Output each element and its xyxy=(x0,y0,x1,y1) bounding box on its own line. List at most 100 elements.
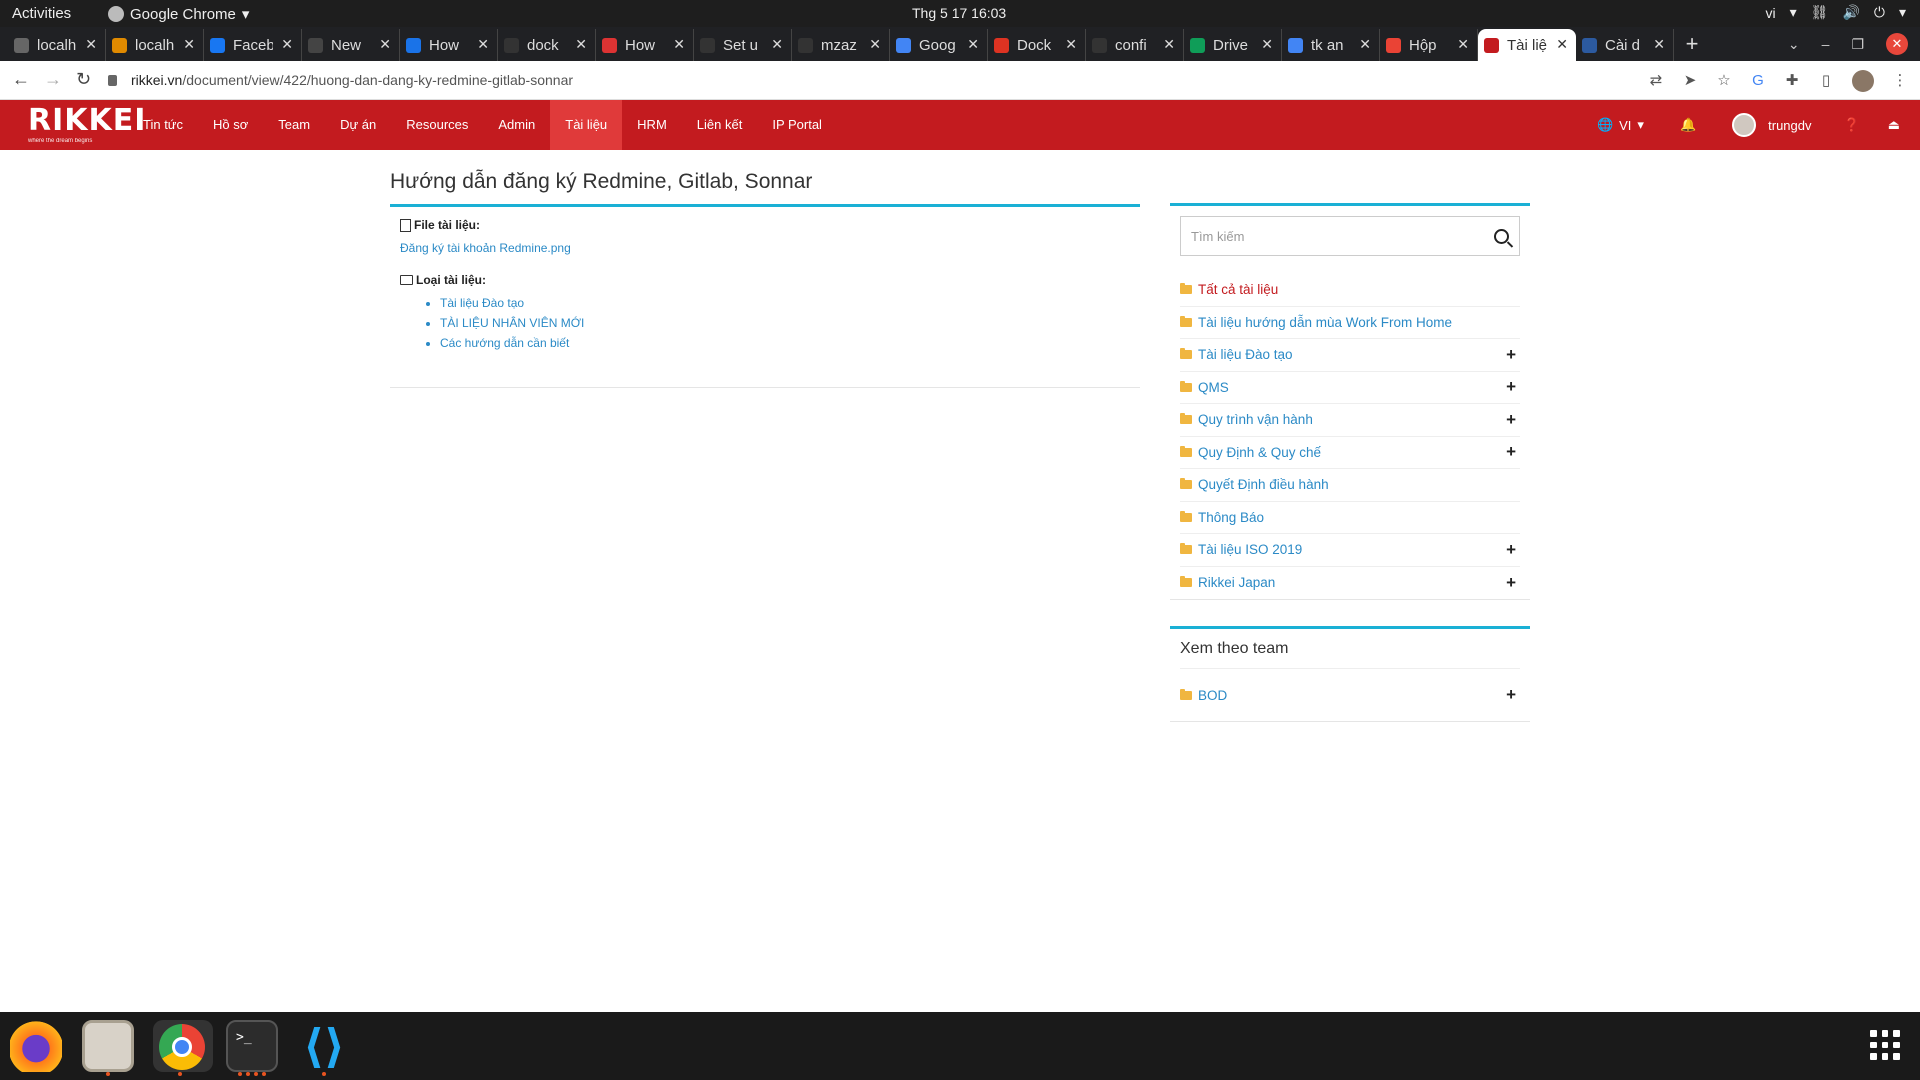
expand-plus-icon[interactable]: + xyxy=(1506,345,1520,365)
browser-tab[interactable]: Goog ✕ xyxy=(890,29,988,61)
tab-close-icon[interactable]: ✕ xyxy=(575,36,587,53)
app-menu[interactable]: Google Chrome ▾ xyxy=(108,5,249,23)
browser-tab[interactable]: Dock ✕ xyxy=(988,29,1086,61)
expand-plus-icon[interactable]: + xyxy=(1506,377,1520,397)
category-item[interactable]: Thông Báo xyxy=(1180,502,1520,534)
menu-kebab-icon[interactable]: ⋮ xyxy=(1892,73,1908,89)
nav-item[interactable]: Liên kết xyxy=(682,100,758,150)
browser-tab[interactable]: Hộp ✕ xyxy=(1380,29,1478,61)
tab-close-icon[interactable]: ✕ xyxy=(869,36,881,53)
expand-plus-icon[interactable]: + xyxy=(1506,540,1520,560)
firefox-icon[interactable] xyxy=(10,1020,62,1072)
tab-close-icon[interactable]: ✕ xyxy=(1359,36,1371,53)
browser-tab[interactable]: Faceb ✕ xyxy=(204,29,302,61)
tab-close-icon[interactable]: ✕ xyxy=(771,36,783,53)
nav-item[interactable]: IP Portal xyxy=(757,100,837,150)
nav-item[interactable]: Hồ sơ xyxy=(198,100,263,150)
browser-tab[interactable]: localh ✕ xyxy=(8,29,106,61)
browser-tab[interactable]: dock ✕ xyxy=(498,29,596,61)
tab-close-icon[interactable]: ✕ xyxy=(1457,36,1469,53)
search-input[interactable]: Tìm kiếm xyxy=(1180,216,1520,256)
terminal-icon[interactable]: >_ xyxy=(226,1020,278,1072)
browser-tab[interactable]: Drive ✕ xyxy=(1184,29,1282,61)
expand-plus-icon[interactable]: + xyxy=(1506,442,1520,462)
document-type-link[interactable]: Các hướng dẫn cần biết xyxy=(440,333,1130,353)
nav-item[interactable]: Team xyxy=(263,100,325,150)
minimize-icon[interactable]: – xyxy=(1822,36,1830,52)
browser-tab[interactable]: How ✕ xyxy=(400,29,498,61)
new-tab-button[interactable]: + xyxy=(1674,29,1710,61)
nav-item[interactable]: Tin tức xyxy=(128,100,198,150)
category-item[interactable]: BOD + xyxy=(1180,669,1520,721)
language-selector[interactable]: 🌐 VI ▾ xyxy=(1579,117,1662,133)
logout-icon[interactable]: ⏏ xyxy=(1874,117,1920,133)
reload-icon[interactable]: ↻ xyxy=(76,69,91,90)
forward-icon[interactable]: → xyxy=(44,69,62,90)
nav-item[interactable]: Resources xyxy=(391,100,483,150)
category-item[interactable]: Tài liệu ISO 2019 + xyxy=(1180,534,1520,567)
notifications-bell-icon[interactable]: 🔔 xyxy=(1662,117,1714,133)
category-item[interactable]: Quy Định & Quy chế + xyxy=(1180,437,1520,469)
clock[interactable]: Thg 5 17 16:03 xyxy=(912,5,1006,21)
translate-icon[interactable]: ⇄ xyxy=(1648,73,1664,89)
browser-tab[interactable]: confi ✕ xyxy=(1086,29,1184,61)
tab-close-icon[interactable]: ✕ xyxy=(967,36,979,53)
nav-item[interactable]: Tài liệu xyxy=(550,100,623,150)
close-window-button[interactable]: ✕ xyxy=(1886,33,1908,55)
extensions-icon[interactable]: ✚ xyxy=(1784,73,1800,89)
tab-close-icon[interactable]: ✕ xyxy=(281,36,293,53)
google-translate-icon[interactable]: G xyxy=(1750,73,1766,89)
browser-tab[interactable]: Set u ✕ xyxy=(694,29,792,61)
volume-icon[interactable]: 🔊 xyxy=(1842,4,1859,21)
power-icon[interactable]: ⏻ xyxy=(1874,4,1885,21)
restore-icon[interactable]: ❐ xyxy=(1851,36,1864,53)
browser-tab[interactable]: Cài d ✕ xyxy=(1576,29,1674,61)
system-tray[interactable]: vi ▾ ⛓ 🔊 ⏻ ▾ xyxy=(1766,4,1906,21)
nav-item[interactable]: HRM xyxy=(622,100,682,150)
category-item[interactable]: Tài liệu Đào tạo + xyxy=(1180,339,1520,372)
tab-close-icon[interactable]: ✕ xyxy=(1556,36,1568,53)
browser-tab[interactable]: Tài liệ ✕ xyxy=(1478,29,1576,61)
profile-avatar[interactable] xyxy=(1852,70,1874,92)
browser-tab[interactable]: New ✕ xyxy=(302,29,400,61)
category-item[interactable]: Rikkei Japan + xyxy=(1180,567,1520,600)
category-item[interactable]: Quy trình vận hành + xyxy=(1180,404,1520,437)
search-icon[interactable] xyxy=(1494,228,1509,244)
category-item[interactable]: Quyết Định điều hành xyxy=(1180,469,1520,502)
tab-close-icon[interactable]: ✕ xyxy=(1163,36,1175,53)
tab-close-icon[interactable]: ✕ xyxy=(1653,36,1665,53)
tab-close-icon[interactable]: ✕ xyxy=(1065,36,1077,53)
expand-plus-icon[interactable]: + xyxy=(1506,573,1520,593)
tab-close-icon[interactable]: ✕ xyxy=(1261,36,1273,53)
help-icon[interactable]: ❓ xyxy=(1830,117,1874,133)
browser-tab[interactable]: How ✕ xyxy=(596,29,694,61)
nav-item[interactable]: Dự án xyxy=(325,100,391,150)
bookmark-star-icon[interactable]: ☆ xyxy=(1716,73,1732,89)
browser-tab[interactable]: tk an ✕ xyxy=(1282,29,1380,61)
file-link[interactable]: Đăng ký tài khoản Redmine.png xyxy=(400,241,1130,255)
rikkei-logo[interactable]: RIKKEI where the dream begins xyxy=(28,106,145,146)
category-item[interactable]: Tài liệu hướng dẫn mùa Work From Home xyxy=(1180,307,1520,339)
input-language[interactable]: vi xyxy=(1766,5,1776,21)
vscode-icon[interactable]: ⟨⟩ xyxy=(298,1020,350,1072)
send-icon[interactable]: ➤ xyxy=(1682,73,1698,89)
show-apps-icon[interactable] xyxy=(1870,1030,1900,1060)
document-type-link[interactable]: Tài liệu Đào tạo xyxy=(440,293,1130,313)
expand-plus-icon[interactable]: + xyxy=(1506,685,1520,705)
tab-close-icon[interactable]: ✕ xyxy=(673,36,685,53)
files-icon[interactable] xyxy=(82,1020,134,1072)
user-menu[interactable]: trungdv xyxy=(1714,113,1829,137)
url-bar[interactable]: rikkei.vn/document/view/422/huong-dan-da… xyxy=(108,67,1628,94)
activities-button[interactable]: Activities xyxy=(12,5,71,22)
chrome-dock-slot[interactable] xyxy=(153,1020,213,1072)
lock-icon[interactable] xyxy=(108,75,117,86)
tab-close-icon[interactable]: ✕ xyxy=(477,36,489,53)
tab-close-icon[interactable]: ✕ xyxy=(85,36,97,53)
tab-close-icon[interactable]: ✕ xyxy=(379,36,391,53)
side-panel-icon[interactable]: ▯ xyxy=(1818,73,1834,89)
tab-close-icon[interactable]: ✕ xyxy=(183,36,195,53)
category-item[interactable]: QMS + xyxy=(1180,372,1520,404)
back-icon[interactable]: ← xyxy=(12,69,30,90)
network-icon[interactable]: ⛓ xyxy=(1811,4,1829,21)
tab-search-icon[interactable]: ⌄ xyxy=(1788,36,1800,53)
